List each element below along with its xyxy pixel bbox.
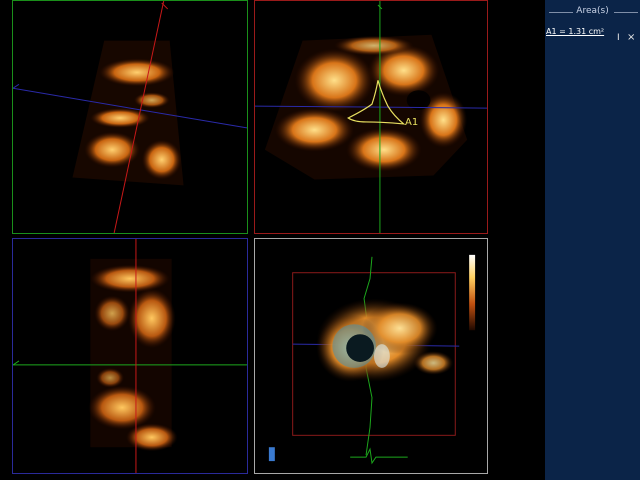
measurement-value[interactable]: A1 = 1.31 cm² xyxy=(546,27,604,36)
viewport-3d-render[interactable] xyxy=(254,238,488,474)
echo-image-bottom-left xyxy=(13,239,247,473)
panel-title: Area(s) xyxy=(576,6,609,16)
area-trace-label: A1 xyxy=(405,117,419,128)
colorbar-icon xyxy=(469,254,476,331)
viewport-bottom-left[interactable] xyxy=(12,238,248,474)
close-icon[interactable]: × xyxy=(627,33,635,43)
panel-header: Area(s) xyxy=(545,4,640,20)
echo-image-3d xyxy=(268,254,476,465)
cube-orientation-icon xyxy=(268,447,275,462)
measurement-row[interactable]: A1 = 1.31 cm² I × xyxy=(546,27,638,43)
echo-image-top-left xyxy=(13,1,247,233)
text-cursor-icon[interactable]: I xyxy=(617,33,620,43)
measurements-panel: Area(s) A1 = 1.31 cm² I × xyxy=(545,0,640,480)
echo-image-top-right xyxy=(255,1,487,233)
viewport-top-left[interactable] xyxy=(12,0,248,234)
viewport-top-right[interactable]: A1 xyxy=(254,0,488,234)
header-rule-right xyxy=(614,12,638,13)
